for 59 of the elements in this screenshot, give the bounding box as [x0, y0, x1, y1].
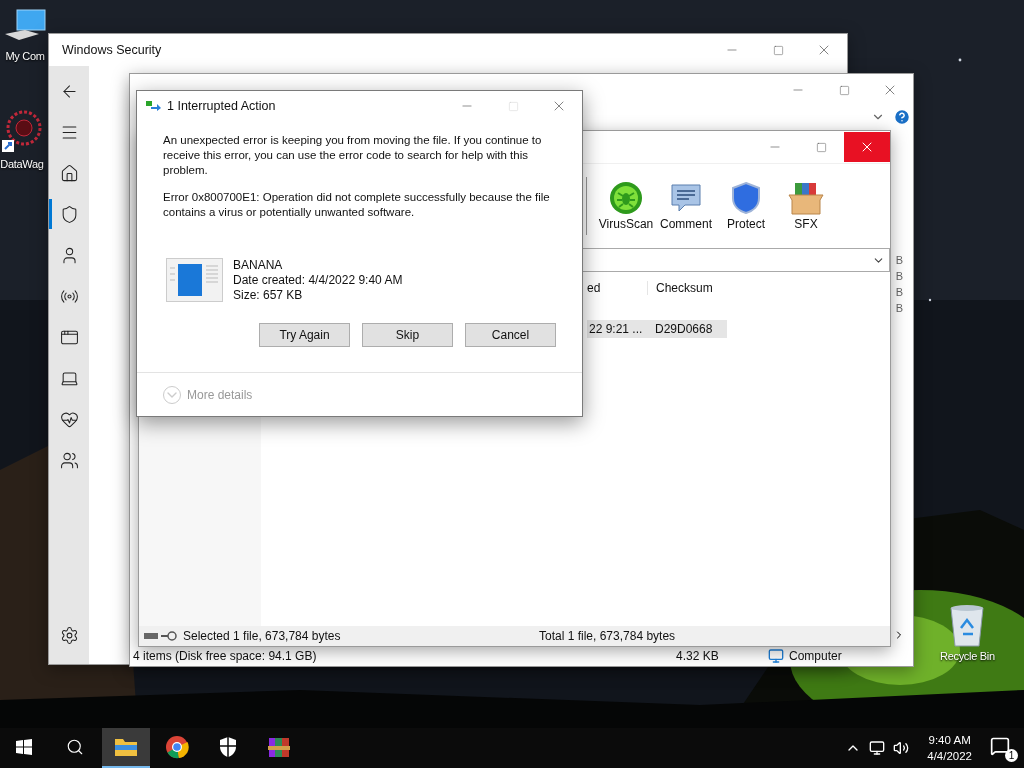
maximize-icon: [815, 141, 827, 153]
desktop-icon-label[interactable]: Recycle Bin: [940, 650, 995, 662]
box-icon: [787, 181, 825, 215]
settings-icon: [59, 625, 79, 645]
shield-icon: [218, 736, 238, 758]
computer-icon: [768, 648, 784, 664]
dialog-button[interactable]: Skip: [362, 323, 453, 347]
shield-icon: [729, 181, 763, 215]
toolbar-button[interactable]: Comment: [657, 181, 715, 231]
table-cell-text: D29D0668: [654, 322, 714, 336]
folder-icon: [114, 737, 138, 757]
desktop-icon-label[interactable]: DataWag: [0, 158, 44, 170]
status-text: Total 1 file, 673,784 bytes: [539, 629, 676, 643]
error-message: An unexpected error is keeping you from moving the file. If you continue to receive this error, you can use the error code to search for help with this problem.: [163, 133, 543, 178]
chrome-icon: [165, 735, 189, 759]
file-name: BANANA: [233, 258, 284, 273]
dialog-title: 1 Interrupted Action: [166, 99, 277, 113]
drive-key-icon: [143, 631, 179, 641]
maximize-icon: [772, 44, 784, 56]
help-icon[interactable]: [893, 108, 911, 126]
windows-logo-icon: [16, 739, 32, 755]
move-icon: [146, 101, 162, 111]
dialog-button[interactable]: Try Again: [259, 323, 350, 347]
bug-icon: [609, 181, 643, 215]
network-icon[interactable]: [869, 740, 886, 756]
status-text: 4 items (Disk free space: 94.1 GB): [132, 649, 318, 663]
people-icon: [59, 450, 79, 470]
size-text: B: [895, 270, 903, 282]
size-text: B: [895, 286, 903, 298]
house-icon: [59, 163, 79, 183]
table-cell-text: 22 9:21 ...: [588, 322, 644, 336]
maximize-icon: [838, 84, 850, 96]
window-title: Windows Security: [61, 43, 163, 57]
size-text: B: [895, 302, 903, 314]
dialog-button[interactable]: Cancel: [465, 323, 556, 347]
status-text: Selected 1 file, 673,784 bytes: [183, 629, 342, 643]
desktop-icon-label[interactable]: My Com: [5, 50, 45, 62]
toolbar-button[interactable]: SFX: [777, 181, 835, 231]
clock[interactable]: 9:40 AM 4/4/2022: [927, 732, 972, 764]
error-code-text: Error 0x800700E1: Operation did not complete successfully because the file contains a virus or potentially unwanted software.: [163, 190, 551, 220]
file-thumbnail-icon: [166, 258, 223, 302]
toolbar-button[interactable]: VirusScan: [597, 181, 655, 231]
volume-icon[interactable]: [893, 740, 910, 756]
status-text: 4.32 KB: [676, 649, 720, 663]
taskbar-app-button[interactable]: [102, 728, 150, 768]
maximize-icon: [507, 100, 519, 112]
search-icon: [66, 738, 84, 756]
notification-badge: 1: [1005, 749, 1018, 762]
heart-pulse-icon: [59, 409, 79, 429]
toolbar-button[interactable]: Protect: [717, 181, 775, 231]
status-text: Computer: [788, 649, 842, 663]
column-header[interactable]: ed: [587, 281, 647, 295]
column-header[interactable]: Checksum: [647, 281, 727, 295]
file-date: Date created: 4/4/2022 9:40 AM: [233, 273, 403, 288]
size-text: B: [895, 254, 903, 266]
books-icon: [267, 735, 291, 759]
notification-icon[interactable]: [990, 736, 1010, 756]
file-size: Size: 657 KB: [233, 288, 304, 303]
file-row[interactable]: 22 9:21 ... D29D0668: [587, 320, 727, 338]
